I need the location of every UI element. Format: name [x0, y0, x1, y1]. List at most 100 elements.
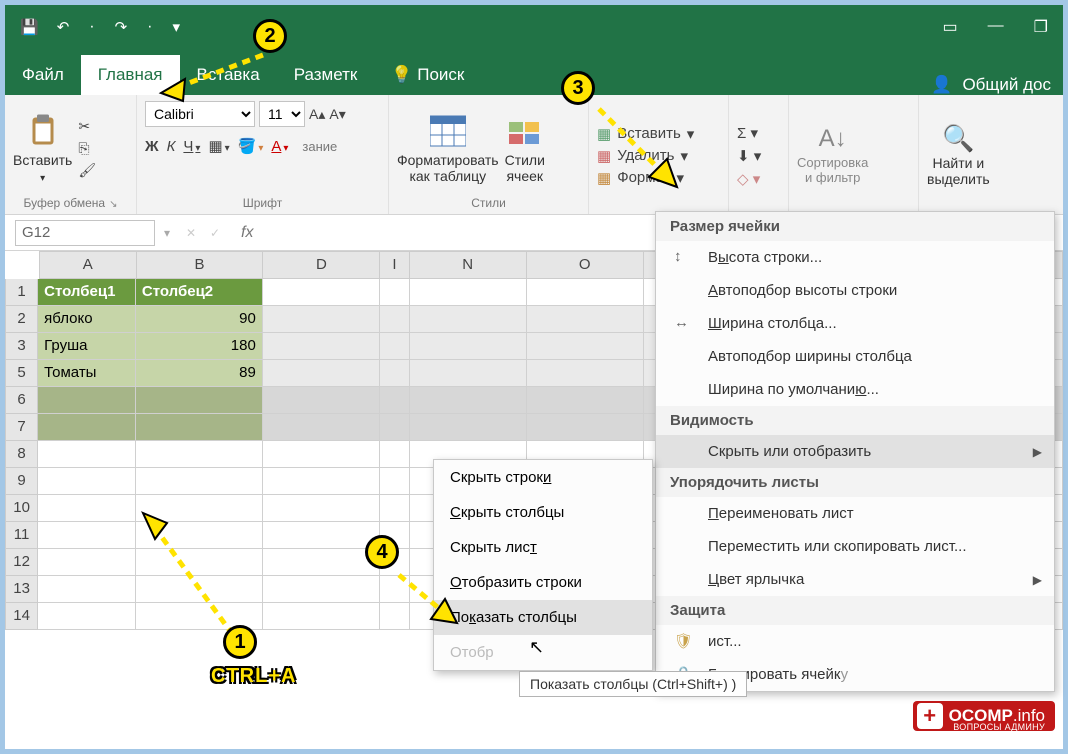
cell[interactable] — [38, 387, 136, 414]
cell[interactable] — [410, 306, 527, 333]
qat-overflow[interactable]: ▾ — [173, 18, 181, 36]
row-header[interactable]: 12 — [5, 549, 38, 576]
format-painter-icon[interactable]: 🖌 — [78, 162, 96, 179]
bold-button[interactable]: Ж — [145, 138, 159, 155]
cell[interactable] — [263, 522, 380, 549]
cell[interactable] — [263, 549, 380, 576]
enter-formula-icon[interactable]: ✓ — [203, 226, 227, 240]
cell[interactable] — [527, 387, 644, 414]
cell[interactable]: Томаты — [38, 360, 136, 387]
fill-color-button[interactable]: 🪣▾ — [238, 137, 264, 155]
cell[interactable]: 89 — [136, 360, 263, 387]
cell[interactable]: Столбец2 — [136, 279, 263, 306]
cell[interactable] — [263, 603, 380, 630]
cell[interactable] — [527, 306, 644, 333]
cell[interactable]: Груша — [38, 333, 136, 360]
cell[interactable]: 90 — [136, 306, 263, 333]
cell[interactable] — [38, 441, 136, 468]
cell[interactable] — [410, 414, 527, 441]
row-header[interactable]: 1 — [5, 279, 38, 306]
autofit-row-item[interactable]: Автоподбор высоты строки — [656, 274, 1054, 307]
cell[interactable] — [263, 306, 380, 333]
cell[interactable] — [410, 333, 527, 360]
col-header[interactable]: A — [39, 251, 137, 279]
cell[interactable] — [410, 279, 527, 306]
find-select-button[interactable]: 🔍 Найти и выделить — [927, 124, 990, 187]
col-header[interactable]: N — [410, 251, 527, 279]
cell[interactable] — [263, 576, 380, 603]
cell[interactable] — [38, 414, 136, 441]
protect-sheet-item[interactable]: 🛡ист... — [656, 625, 1054, 658]
restore-icon[interactable]: ❐ — [1034, 17, 1048, 37]
cell[interactable] — [38, 495, 136, 522]
cell[interactable] — [380, 279, 410, 306]
hide-cols-item[interactable]: Скрыть столбцы — [434, 495, 652, 530]
row-header[interactable]: 11 — [5, 522, 38, 549]
hide-sheet-item[interactable]: Скрыть лист — [434, 530, 652, 565]
default-width-item[interactable]: Ширина по умолчанию... — [656, 373, 1054, 406]
cell[interactable] — [380, 441, 410, 468]
row-header[interactable]: 13 — [5, 576, 38, 603]
border-button[interactable]: ▦▾ — [208, 137, 229, 155]
row-header[interactable]: 14 — [5, 603, 38, 630]
autofit-col-item[interactable]: Автоподбор ширины столбца — [656, 340, 1054, 373]
save-icon[interactable]: 💾 — [20, 18, 39, 36]
row-header[interactable]: 7 — [5, 414, 38, 441]
row-header[interactable]: 3 — [5, 333, 38, 360]
cell[interactable] — [263, 360, 380, 387]
cell[interactable] — [527, 360, 644, 387]
cell[interactable] — [410, 360, 527, 387]
format-as-table-button[interactable]: Форматировать как таблицу — [397, 113, 499, 184]
row-header[interactable]: 5 — [5, 360, 38, 387]
cell-styles-button[interactable]: Стили ячеек — [505, 113, 545, 184]
user-icon[interactable]: 👤 — [931, 75, 952, 95]
italic-button[interactable]: К — [167, 138, 176, 155]
row-header[interactable]: 8 — [5, 441, 38, 468]
cell[interactable] — [136, 468, 263, 495]
fx-icon[interactable]: fx — [241, 224, 253, 242]
copy-icon[interactable]: ⎘ — [78, 140, 96, 157]
cell[interactable] — [38, 576, 136, 603]
cell[interactable] — [527, 333, 644, 360]
tab-file[interactable]: Файл — [5, 55, 81, 95]
move-sheet-item[interactable]: Переместить или скопировать лист... — [656, 530, 1054, 563]
col-header[interactable]: O — [527, 251, 644, 279]
cell[interactable] — [38, 468, 136, 495]
cancel-formula-icon[interactable]: ✕ — [179, 226, 203, 240]
cell[interactable] — [380, 333, 410, 360]
decrease-font-icon[interactable]: A▾ — [329, 106, 345, 123]
cell[interactable] — [38, 522, 136, 549]
col-header[interactable]: D — [263, 251, 380, 279]
col-width-item[interactable]: ↔Ширина столбца... — [656, 307, 1054, 340]
name-box-dropdown[interactable]: ▾ — [155, 226, 179, 240]
cell[interactable]: яблоко — [38, 306, 136, 333]
row-height-item[interactable]: ↕Высота строки... — [656, 241, 1054, 274]
rename-sheet-item[interactable]: Переименовать лист — [656, 497, 1054, 530]
row-header[interactable]: 2 — [5, 306, 38, 333]
ribbon-display-icon[interactable]: ▭ — [943, 17, 958, 37]
dialog-launcher-icon[interactable]: ↘ — [109, 199, 117, 210]
cell[interactable]: 180 — [136, 333, 263, 360]
cell[interactable] — [38, 603, 136, 630]
cell[interactable] — [263, 441, 380, 468]
hide-unhide-item[interactable]: Скрыть или отобразить▶ — [656, 435, 1054, 468]
hide-rows-item[interactable]: Скрыть строки — [434, 460, 652, 495]
col-header[interactable]: I — [380, 251, 409, 279]
cell[interactable] — [410, 387, 527, 414]
undo-icon[interactable]: ↶ — [57, 18, 70, 36]
cell[interactable] — [263, 495, 380, 522]
cut-icon[interactable]: ✂ — [78, 118, 96, 135]
cell[interactable] — [263, 414, 380, 441]
cell[interactable] — [263, 387, 380, 414]
cell[interactable] — [380, 387, 410, 414]
tab-color-item[interactable]: Цвет ярлычка▶ — [656, 563, 1054, 596]
cell[interactable] — [380, 306, 410, 333]
cell[interactable] — [380, 495, 410, 522]
cell[interactable] — [136, 414, 263, 441]
cell[interactable] — [527, 414, 644, 441]
fill-button[interactable]: ⬇ ▾ — [737, 147, 761, 165]
col-header[interactable]: B — [137, 251, 264, 279]
cell[interactable] — [263, 279, 380, 306]
autosum-button[interactable]: Σ ▾ — [737, 124, 761, 142]
paste-button[interactable]: Вставить ▾ — [13, 113, 72, 183]
